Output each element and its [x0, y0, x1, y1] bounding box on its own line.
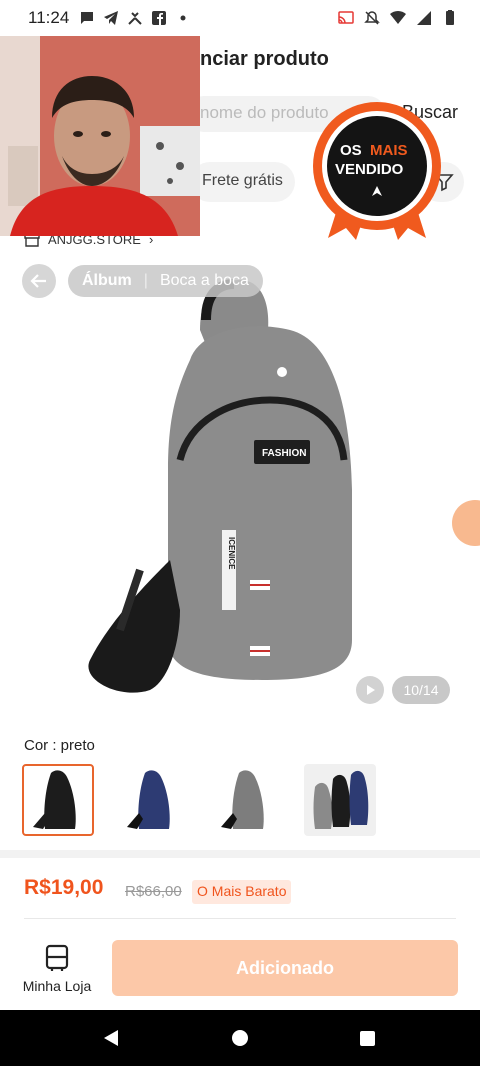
cheapest-tag: O Mais Barato [192, 880, 292, 904]
swatch-preto[interactable] [22, 764, 94, 836]
original-price: R$66,00 [125, 883, 182, 900]
price-divider [24, 918, 456, 919]
swatch-cinza[interactable] [210, 764, 282, 836]
signal-icon [417, 11, 431, 25]
album-tabs: Álbum | Boca a boca [68, 265, 263, 297]
added-button[interactable]: Adicionado [112, 940, 458, 996]
swatch-misto[interactable] [304, 764, 376, 836]
swatch-azul[interactable] [116, 764, 188, 836]
bag-label: FASHION [262, 448, 306, 459]
my-store-label: Minha Loja [22, 978, 92, 994]
app-screen: 11:24 nciar produto nome do produto Busc… [0, 0, 480, 1066]
status-bar: 11:24 [0, 0, 480, 36]
wifi-icon [390, 10, 406, 24]
badge-mais: MAIS [370, 142, 408, 159]
dot-icon [180, 15, 186, 21]
back-button[interactable] [22, 264, 56, 298]
swatch-azul-image [127, 770, 170, 829]
play-video-button[interactable] [356, 676, 384, 704]
facebook-icon [152, 11, 167, 25]
nav-recents-icon[interactable] [360, 1031, 375, 1046]
battery-icon [446, 10, 454, 25]
status-time: 11:24 [28, 8, 70, 27]
image-counter: 10/14 [392, 676, 450, 704]
strap-text: ICENICE [227, 537, 236, 570]
nav-home-icon[interactable] [232, 1030, 248, 1046]
telegram-icon [104, 11, 119, 25]
play-icon [367, 685, 375, 695]
store-icon [45, 944, 69, 971]
cast-icon [338, 11, 354, 24]
nav-back-icon[interactable] [102, 1029, 120, 1047]
tools-icon [128, 12, 142, 25]
current-price: R$19,00 [24, 876, 104, 899]
tab-reviews[interactable]: Boca a boca [160, 272, 249, 290]
page-title: nciar produto [200, 48, 329, 70]
message-icon [81, 12, 94, 24]
mute-icon [364, 11, 380, 25]
free-shipping-chip[interactable]: Frete grátis [190, 162, 295, 202]
webcam-overlay [0, 36, 200, 236]
color-label: Cor : preto [24, 737, 95, 754]
swatch-preto-image [33, 770, 76, 829]
badge-vendido: VENDIDO [335, 161, 404, 178]
product-image[interactable]: FASHION ICENICE [0, 250, 480, 720]
section-divider [0, 850, 480, 858]
swatch-cinza-image [221, 770, 264, 829]
tab-separator: | [143, 272, 148, 289]
person-video-image [0, 36, 200, 236]
swatch-misto-image [313, 770, 369, 829]
color-swatches [22, 764, 376, 836]
my-store-tab[interactable]: Minha Loja [22, 944, 92, 994]
tab-album[interactable]: Álbum [82, 272, 132, 290]
best-seller-badge: OS MAIS VENDIDO [310, 100, 444, 242]
badge-os: OS [340, 142, 362, 159]
arrow-left-icon [30, 274, 46, 288]
